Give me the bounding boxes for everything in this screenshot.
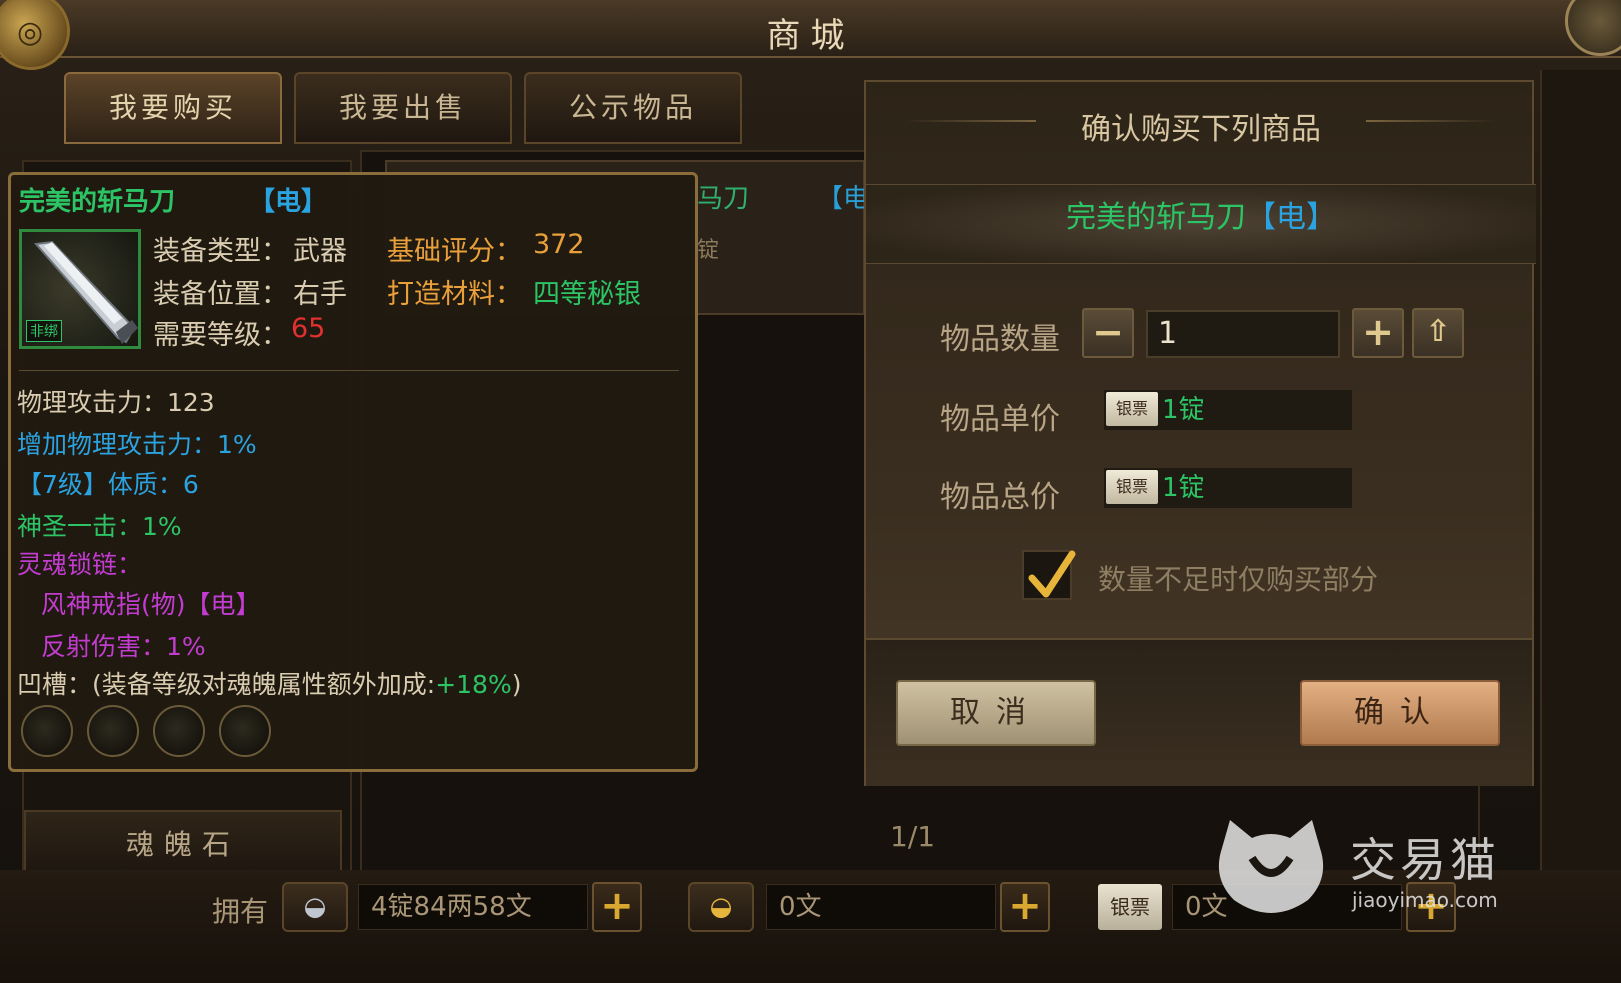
decrease-quantity-button[interactable]: − [1082,308,1134,358]
window-title: 商城 [766,16,855,56]
quantity-label: 物品数量 [940,322,1060,357]
forge-material-label: 打造材料： [387,279,522,310]
forge-material-value: 四等秘银 [533,279,641,310]
add-gold-button[interactable]: + [1000,882,1050,932]
silver-note-icon: 银票 [1098,884,1162,930]
cat-logo-icon [1218,820,1324,913]
socket-line: 凹槽：(装备等级对魂魄属性额外加成:+18%) [17,665,521,701]
gem-socket[interactable] [153,705,205,757]
required-level-value: 65 [291,313,326,344]
silver-ingot-icon: ◒ [282,882,348,932]
tooltip-item-name: 完美的斩马刀 [19,187,176,217]
sword-icon: 非绑 [19,229,141,349]
quantity-input[interactable]: 1 [1146,310,1340,358]
tooltip-item-element: 【电】 [249,187,328,217]
page-indicator: 1/1 [890,820,936,853]
socket-close: ) [511,670,522,699]
partial-purchase-checkbox[interactable] [1022,550,1076,600]
silver-note-icon: 银票 [1106,392,1158,426]
confirm-button[interactable]: 确认 [1300,680,1500,746]
dialog-title: 确认购买下列商品 [1081,112,1321,147]
tab-sell[interactable]: 我要出售 [294,72,512,144]
checkmark-icon [1028,550,1076,598]
socket-bonus: +18% [435,670,512,699]
tooltip-divider [19,370,679,371]
silver-balance: 4锭84两58文 [358,884,588,930]
equip-type-value: 武器 [293,236,347,267]
listing-element: 【电 [817,184,870,214]
total-price-value: 1锭 [1162,473,1205,503]
socket-label: 凹槽：(装备等级对魂魄属性额外加成: [17,670,436,699]
attribute-line: 神圣一击：1% [17,512,182,541]
equip-slot-label: 装备位置： [153,279,288,310]
dialog-footer: 取消 确认 [866,638,1532,786]
max-quantity-icon[interactable]: ⇧ [1412,308,1464,358]
base-score-value: 372 [533,229,585,260]
gem-socket[interactable] [219,705,271,757]
equip-slot-value: 右手 [293,279,347,310]
gem-socket[interactable] [87,705,139,757]
base-score-label: 基础评分： [387,236,522,267]
gem-socket[interactable] [21,705,73,757]
attribute-line: 物理攻击力：123 [17,388,215,417]
partial-purchase-label: 数量不足时仅购买部分 [1098,563,1379,596]
total-price-box: 银票 1锭 [1104,468,1352,508]
silver-note-icon: 银票 [1106,470,1158,504]
attribute-line: 风神戒指(物)【电】 [41,590,261,619]
total-price-label: 物品总价 [940,480,1060,515]
right-side-panel [1540,70,1621,870]
increase-quantity-button[interactable]: + [1352,308,1404,358]
watermark: 交易猫 jiaoyimao.com [1212,818,1512,918]
tab-buy[interactable]: 我要购买 [64,72,282,144]
attribute-line: 灵魂锁链： [17,550,143,579]
listing-price: 锭 [697,238,720,263]
gold-balance: 0文 [766,884,996,930]
unit-price-label: 物品单价 [940,402,1060,437]
gold-ingot-icon: ◒ [688,882,754,932]
watermark-url: jiaoyimao.com [1352,888,1498,912]
shop-window: ◎ 商城 我要购买 我要出售 公示物品 魂魄石 马刀 【电 锭 1/1 拥有 ◒… [0,0,1621,983]
unit-price-box: 银票 1锭 [1104,390,1352,430]
item-tooltip: 完美的斩马刀 【电】 非绑 装备类型： 武器 基础评分： 372 装备位置： 右… [8,172,698,772]
dialog-item-element: 【电】 [1246,200,1336,235]
own-label: 拥有 [212,895,269,928]
attribute-line: 【7级】体质：6 [17,470,199,499]
equip-type-label: 装备类型： [153,236,288,267]
listing-name: 马刀 [697,184,750,214]
cancel-button[interactable]: 取消 [896,680,1096,746]
attribute-line: 反射伤害：1% [41,632,206,661]
unit-price-value: 1锭 [1162,395,1205,425]
bind-status-badge: 非绑 [26,320,62,342]
title-ornament-right [1366,120,1496,122]
dialog-item-name: 完美的斩马刀 [1066,200,1246,235]
watermark-brand: 交易猫 [1350,833,1500,887]
confirm-purchase-dialog: 确认购买下列商品 完美的斩马刀【电】 物品数量 − 1 + ⇧ 物品单价 银票 … [864,80,1536,786]
title-bar: ◎ 商城 [0,0,1621,70]
tab-public-items[interactable]: 公示物品 [524,72,742,144]
add-silver-button[interactable]: + [592,882,642,932]
dialog-item-banner: 完美的斩马刀【电】 [866,184,1536,264]
attribute-line: 增加物理攻击力：1% [17,430,257,459]
required-level-label: 需要等级： [153,320,288,351]
